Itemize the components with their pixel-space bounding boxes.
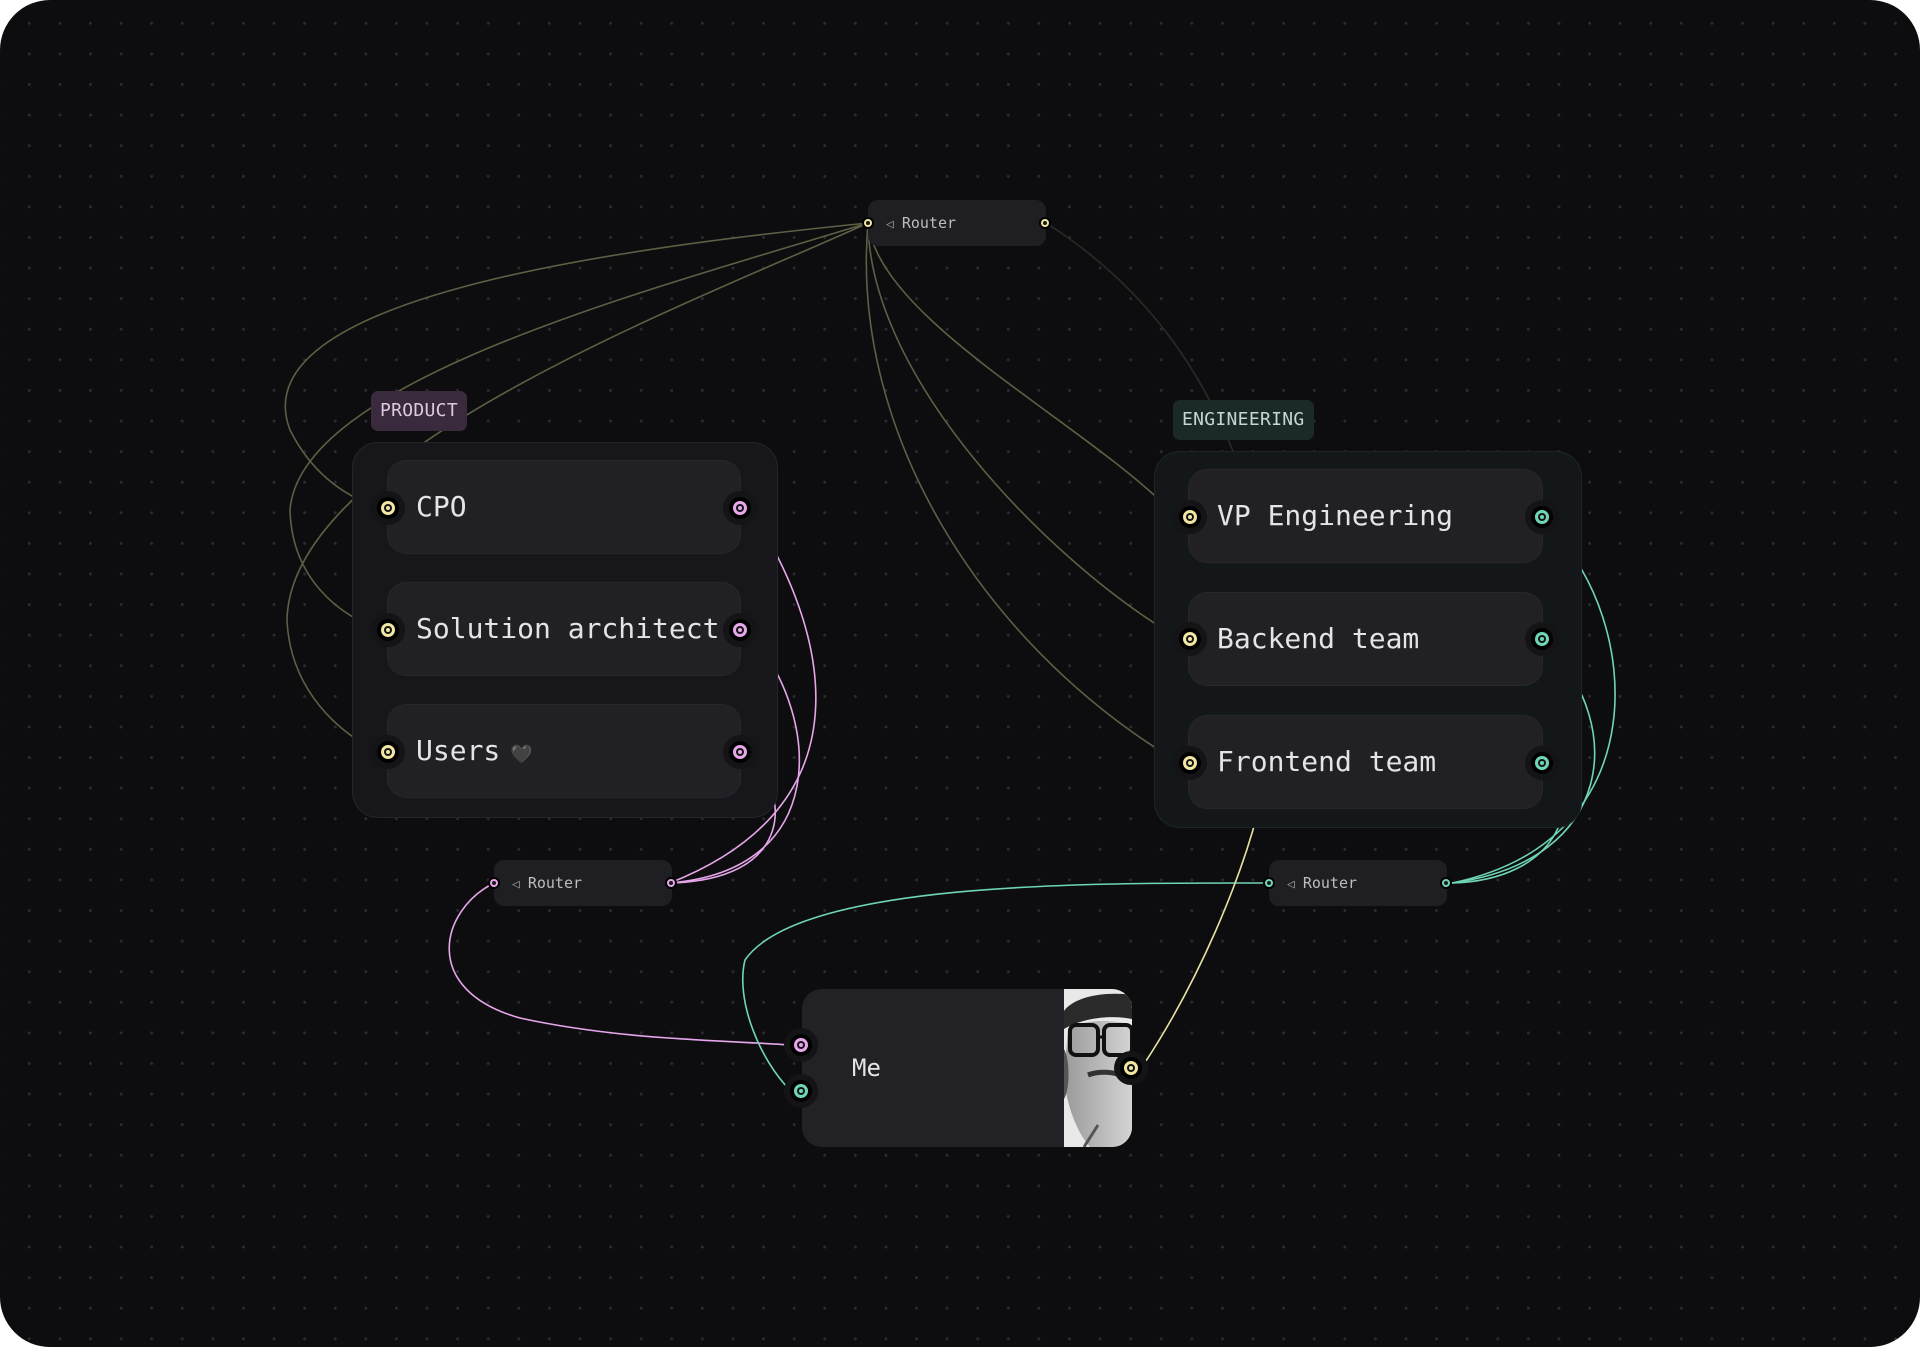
node-label-solution-architect: Solution architect <box>416 612 720 645</box>
node-label-frontend-team: Frontend team <box>1217 745 1437 778</box>
router-node-right[interactable]: ◁ Router <box>1269 860 1447 906</box>
router-text-right: Router <box>1302 874 1358 892</box>
node-me[interactable]: Me <box>802 989 1132 1147</box>
router-icon: ◁ <box>1287 877 1295 892</box>
router-left-input-port[interactable] <box>488 877 500 889</box>
node-frontend-team[interactable]: Frontend team <box>1189 716 1542 808</box>
node-label-users-wrap: Users 🖤 <box>416 705 533 801</box>
wire-router-to-backend <box>867 222 1171 634</box>
wire-router-to-me-pink <box>448 882 791 1046</box>
wire-me-to-engineering <box>1141 811 1259 1068</box>
router-right-input-port[interactable] <box>1263 877 1275 889</box>
node-label-backend-team: Backend team <box>1217 622 1420 655</box>
input-port-solution-architect[interactable] <box>377 619 399 641</box>
node-label-vp-engineering: VP Engineering <box>1217 499 1454 532</box>
group-label-engineering: ENGINEERING <box>1173 400 1314 440</box>
input-port-me-green[interactable] <box>790 1080 812 1102</box>
output-port-users[interactable] <box>729 741 751 763</box>
router-text-top: Router <box>901 214 957 232</box>
router-icon: ◁ <box>512 877 520 892</box>
router-top-output-port[interactable] <box>1039 217 1051 229</box>
input-port-cpo[interactable] <box>377 497 399 519</box>
router-label-right: ◁ Router <box>1287 860 1357 908</box>
wire-router-to-vp-engineering <box>867 222 1171 511</box>
router-node-left[interactable]: ◁ Router <box>494 860 672 906</box>
input-port-vp-engineering[interactable] <box>1179 506 1201 528</box>
input-port-backend-team[interactable] <box>1179 628 1201 650</box>
router-text-left: Router <box>527 874 583 892</box>
output-port-cpo[interactable] <box>729 497 751 519</box>
node-vp-engineering[interactable]: VP Engineering <box>1189 470 1542 562</box>
output-port-solution-architect[interactable] <box>729 619 751 641</box>
node-solution-architect[interactable]: Solution architect <box>388 583 740 675</box>
input-port-users[interactable] <box>377 741 399 763</box>
node-users[interactable]: Users 🖤 <box>388 705 740 797</box>
router-label-left: ◁ Router <box>512 860 582 908</box>
wire-router-to-frontend <box>865 222 1171 758</box>
node-cpo[interactable]: CPO <box>388 461 740 553</box>
router-left-output-port[interactable] <box>665 877 677 889</box>
output-port-frontend-team[interactable] <box>1531 752 1553 774</box>
router-icon: ◁ <box>886 217 894 232</box>
node-label-users: Users <box>416 734 501 767</box>
output-port-me[interactable] <box>1120 1057 1142 1079</box>
input-port-me-pink[interactable] <box>790 1034 812 1056</box>
flow-canvas[interactable]: PRODUCT ENGINEERING CPO Solution archite… <box>0 0 1920 1347</box>
router-right-output-port[interactable] <box>1440 877 1452 889</box>
heart-icon: 🖤 <box>510 744 533 765</box>
router-label-top: ◁ Router <box>886 200 956 248</box>
node-label-me: Me <box>852 1054 881 1082</box>
group-label-product: PRODUCT <box>371 391 467 431</box>
node-backend-team[interactable]: Backend team <box>1189 593 1542 685</box>
output-port-backend-team[interactable] <box>1531 628 1553 650</box>
node-label-cpo: CPO <box>416 490 467 523</box>
router-top-input-port[interactable] <box>862 217 874 229</box>
output-port-vp-engineering[interactable] <box>1531 506 1553 528</box>
router-node-top[interactable]: ◁ Router <box>868 200 1046 246</box>
input-port-frontend-team[interactable] <box>1179 752 1201 774</box>
